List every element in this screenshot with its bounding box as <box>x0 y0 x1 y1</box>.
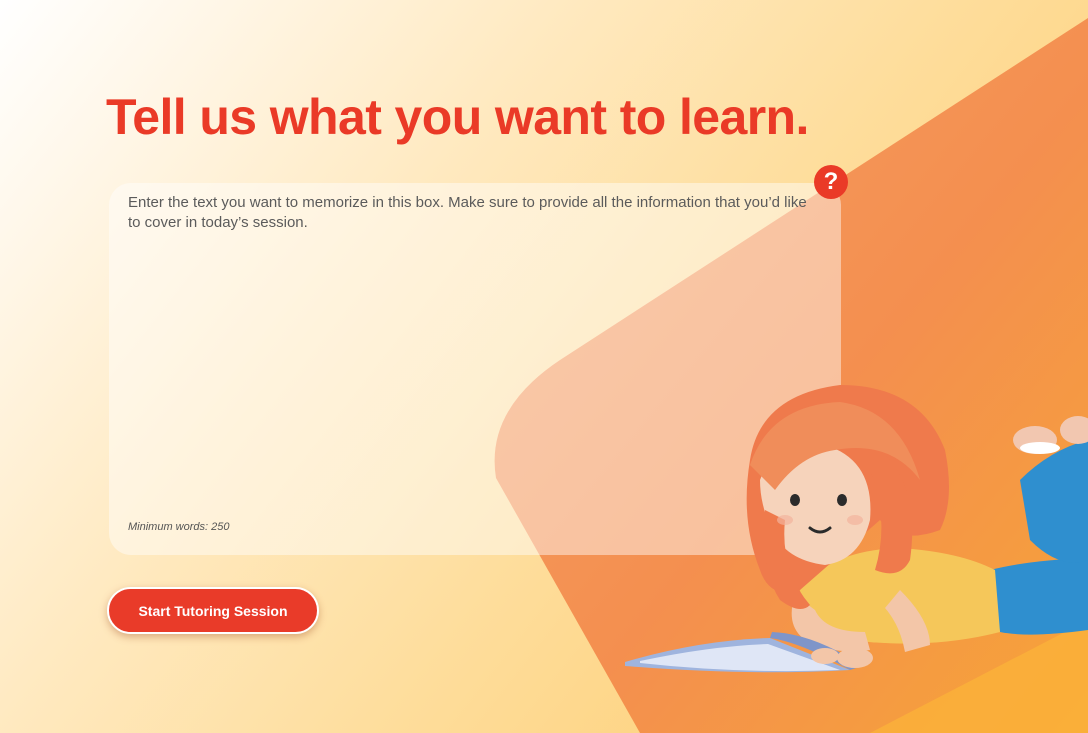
minimum-words-label: Minimum words: 250 <box>128 521 230 533</box>
question-mark-icon[interactable]: ? <box>814 165 848 199</box>
girl-reading-book-illustration <box>625 385 1088 673</box>
learn-input-page: Tell us what you want to learn. Minimum … <box>0 0 1088 733</box>
page-title: Tell us what you want to learn. <box>106 89 809 145</box>
start-tutoring-session-button[interactable]: Start Tutoring Session <box>107 587 319 634</box>
